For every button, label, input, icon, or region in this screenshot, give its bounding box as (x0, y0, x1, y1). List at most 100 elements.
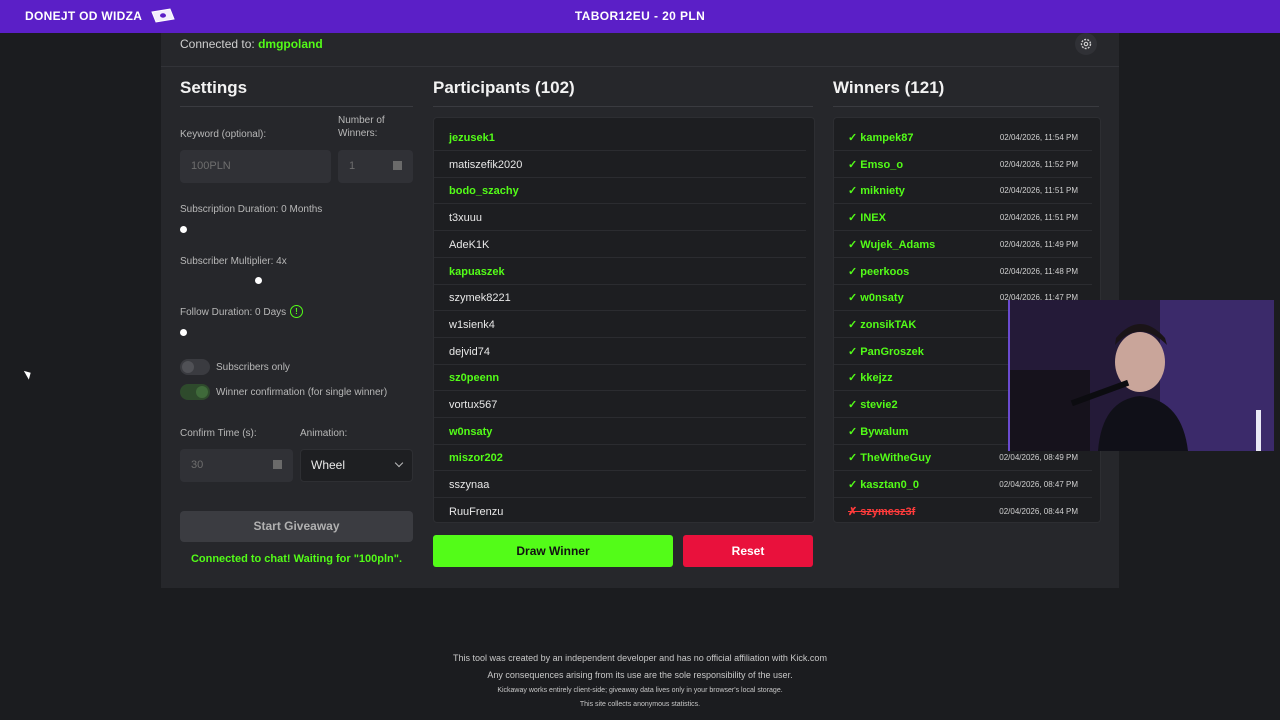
winners-count-label-line2: Winners: (338, 128, 378, 139)
winner-timestamp: 02/04/2026, 11:49 PM (999, 239, 1078, 249)
footer-line-4: This site collects anonymous statistics. (579, 701, 701, 708)
footer-line-3: Kickaway works entirely client-side; giv… (497, 687, 783, 694)
mouse-cursor (23, 368, 34, 380)
connected-prefix: Connected to: (180, 37, 255, 51)
winner-name: ✓ kasztan0_0 (848, 479, 919, 492)
draw-winner-button[interactable]: Draw Winner (433, 535, 673, 567)
winners-count-label-line1: Number of (338, 115, 385, 126)
winner-name: ✗ szymesz3f (848, 505, 916, 518)
winner-row: ✓ INEX 02/04/2026, 11:51 PM (834, 205, 1092, 232)
participant-row: szymek8221 (434, 285, 806, 312)
connection-status: Connected to: dmgpoland (180, 37, 323, 51)
stepper-icon (393, 161, 402, 170)
gear-icon (1080, 38, 1092, 50)
streamer-webcam-image (1010, 300, 1274, 451)
winner-name: ✓ Wujek_Adams (848, 238, 936, 251)
animation-select[interactable]: Wheel (300, 449, 413, 482)
winner-row: ✓ miknietу 02/04/2026, 11:51 PM (834, 178, 1092, 205)
participant-row: vortux567 (434, 392, 806, 418)
winner-name: ✓ TheWitheGuy (848, 452, 932, 465)
winners-count-label: Number of Winners: (338, 114, 385, 140)
participant-row: dejvid74 (434, 339, 806, 365)
winner-timestamp: 02/04/2026, 11:52 PM (999, 159, 1078, 169)
info-icon[interactable]: ! (290, 305, 303, 318)
webcam-overlay (1008, 300, 1274, 451)
winner-row: ✓ peerkoos 02/04/2026, 11:48 PM (834, 259, 1092, 285)
winner-name: ✓ peerkoos (848, 265, 910, 278)
winner-row: ✓ kasztan0_0 02/04/2026, 08:47 PM (834, 472, 1092, 499)
winner-name: ✓ zonsikTAK (848, 318, 917, 331)
chevron-down-icon (394, 458, 404, 468)
winner-row: ✗ szymesz3f 02/04/2026, 08:44 PM (834, 499, 1092, 522)
settings-divider (180, 106, 413, 107)
header-divider (161, 66, 1119, 67)
participant-row: w0nsaty (434, 419, 806, 445)
participants-divider (433, 106, 813, 107)
footer-line-2: Any consequences arising from its use ar… (487, 670, 793, 680)
participant-row: jezusek1 (434, 125, 806, 151)
channel-name: dmgpoland (258, 37, 323, 51)
follow-duration-slider[interactable] (180, 329, 187, 336)
settings-title: Settings (180, 78, 248, 97)
donation-text: TABOR12EU - 20 PLN (574, 9, 706, 23)
toggle-knob (182, 361, 194, 373)
donation-alert-bar: DONEJT OD WIDZA TABOR12EU - 20 PLN (0, 0, 1280, 33)
winner-timestamp: 02/04/2026, 08:44 PM (999, 506, 1078, 516)
participant-row: matiszefik2020 (434, 152, 806, 178)
winner-timestamp: 02/04/2026, 11:51 PM (999, 186, 1078, 196)
winner-name: ✓ Emso_o (848, 158, 904, 171)
winner-name: ✓ INEX (848, 212, 886, 225)
stepper-icon (273, 460, 282, 469)
winners-count-input[interactable]: 1 (338, 150, 413, 183)
animation-label: Animation: (300, 428, 348, 439)
confirm-time-value: 30 (191, 459, 204, 471)
winner-name: ✓ kampek87 (848, 132, 914, 144)
subscription-duration-label: Subscription Duration: 0 Months (180, 204, 323, 215)
participant-row: sz0peenn (434, 365, 806, 392)
participants-title: Participants (102) (433, 78, 575, 97)
winner-row: ✓ Wujek_Adams 02/04/2026, 11:49 PM (834, 232, 1092, 258)
subscribers-only-toggle[interactable] (180, 359, 210, 375)
participants-list[interactable]: jezusek1 matiszefik2020 bodo_szachy t3xuuu A… (433, 117, 815, 523)
winner-timestamp: 02/04/2026, 11:51 PM (999, 213, 1078, 223)
subscribers-only-label: Subscribers only (216, 362, 290, 373)
winner-name: ✓ stevie2 (848, 399, 898, 411)
winner-timestamp: 02/04/2026, 11:54 PM (999, 133, 1078, 142)
winner-row: ✓ kampek87 02/04/2026, 11:54 PM (834, 125, 1092, 151)
winner-name: ✓ kkejzz (848, 372, 893, 385)
confirm-time-input[interactable]: 30 (180, 449, 293, 482)
participant-row: bodo_szachy (434, 178, 806, 205)
participant-row: RuuFrenzu (434, 499, 806, 522)
participant-row: miszor202 (434, 445, 806, 472)
subscriber-multiplier-label: Subscriber Multiplier: 4x (180, 256, 287, 267)
participant-row: w1sienk4 (434, 312, 806, 338)
toggle-knob (196, 386, 208, 398)
winner-confirmation-label: Winner confirmation (for single winner) (216, 387, 388, 398)
keyword-label: Keyword (optional): (180, 129, 267, 140)
winners-count-value: 1 (349, 160, 356, 172)
winner-name: ✓ miknietу (848, 185, 905, 198)
footer-line-1: This tool was created by an independent … (453, 653, 827, 663)
animation-value: Wheel (311, 458, 346, 472)
reset-button[interactable]: Reset (683, 535, 813, 567)
subscriber-multiplier-slider[interactable] (255, 277, 262, 284)
winner-name: ✓ PanGroszek (848, 345, 924, 358)
winner-timestamp: 02/04/2026, 08:47 PM (999, 480, 1078, 490)
chat-status-message: Connected to chat! Waiting for "100pln". (190, 553, 403, 565)
confirm-time-label: Confirm Time (s): (180, 428, 257, 439)
winner-name: ✓ w0nsaty (848, 292, 904, 305)
winner-name: ✓ Bywalum (848, 425, 909, 438)
participant-row: t3xuuu (434, 205, 806, 232)
participant-row: sszynaa (434, 472, 806, 499)
winner-confirmation-toggle[interactable] (180, 384, 210, 400)
winners-divider (833, 106, 1099, 107)
winners-title: Winners (121) (833, 78, 945, 97)
follow-duration-label: Follow Duration: 0 Days (180, 307, 287, 318)
settings-button[interactable] (1075, 33, 1097, 55)
keyword-input[interactable]: 100PLN (180, 150, 331, 183)
start-giveaway-button[interactable]: Start Giveaway (180, 511, 413, 542)
subscription-duration-slider[interactable] (180, 226, 187, 233)
winner-row: ✓ Emso_o 02/04/2026, 11:52 PM (834, 152, 1092, 178)
participant-row: AdeK1K (434, 232, 806, 258)
winner-timestamp: 02/04/2026, 11:48 PM (999, 266, 1078, 276)
